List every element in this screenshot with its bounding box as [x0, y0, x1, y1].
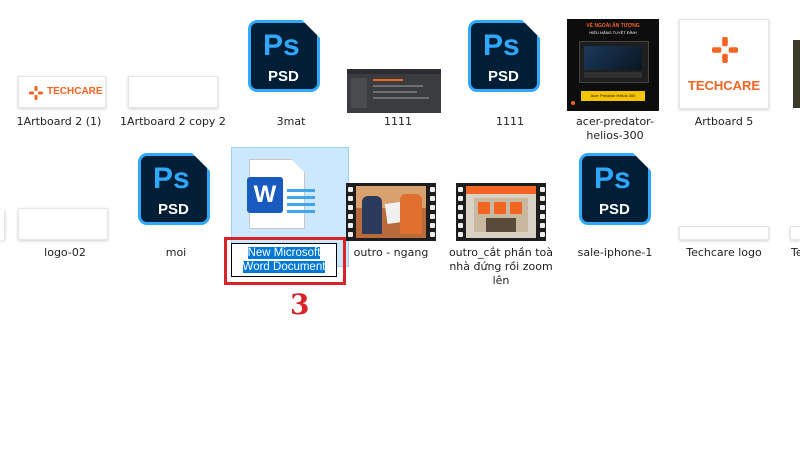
file-item-sale-iphone-1[interactable]: Ps PSD sale-iphone-1 — [560, 150, 670, 270]
techcare-logo-icon — [712, 37, 738, 63]
file-item-outro-ngang[interactable]: outro - ngang — [336, 150, 446, 270]
psd-ext-text: PSD — [158, 201, 189, 218]
file-thumbnail: VẺ NGOÀI ẤN TƯỢNG HIỆU NĂNG TUYỆT ĐỈNH A… — [567, 19, 659, 111]
file-item-1111-image[interactable]: 1111 — [343, 20, 453, 150]
word-lines-icon — [287, 189, 315, 217]
file-item-logo-02[interactable]: logo-02 — [10, 150, 120, 270]
file-name: Artboard 5 — [694, 115, 754, 128]
thumb-subtitle: HIỆU NĂNG TUYỆT ĐỈNH — [589, 30, 637, 35]
ps-icon-text: Ps — [483, 29, 520, 62]
file-item-techcare-logo[interactable]: Techcare logo — [669, 150, 779, 270]
file-thumbnail — [18, 208, 108, 240]
psd-ext-text: PSD — [599, 201, 630, 218]
step-number-annotation: 3 — [290, 288, 310, 321]
file-name: outro_cắt phần toà nhà đứng rồi zoom lên — [448, 246, 554, 287]
file-item-partial-thumbnail[interactable] — [793, 40, 800, 108]
word-w-icon: W — [247, 177, 283, 213]
highlight-annotation-frame — [224, 237, 346, 285]
photoshop-file-icon: Ps PSD — [468, 20, 540, 92]
file-item-partial-right-thumbnail[interactable] — [790, 226, 800, 240]
file-name: sale-iphone-1 — [577, 246, 653, 259]
photoshop-file-icon: Ps PSD — [248, 20, 320, 92]
file-name: logo-02 — [44, 246, 86, 259]
file-item-artboard-2-copy-2[interactable]: 1Artboard 2 copy 2 — [118, 20, 228, 150]
file-thumbnail: TECHCARE — [679, 19, 769, 109]
ps-icon-text: Ps — [153, 162, 190, 195]
ps-icon-text: Ps — [263, 29, 300, 62]
file-thumbnail: TECHCARE — [18, 76, 106, 108]
file-item-moi[interactable]: Ps PSD moi — [121, 150, 231, 270]
file-item-artboard-5[interactable]: TECHCARE Artboard 5 — [669, 16, 779, 150]
file-item-partial-left[interactable] — [0, 210, 5, 240]
file-item-3mat[interactable]: Ps PSD 3mat — [236, 20, 346, 150]
file-name: 1Artboard 2 (1) — [16, 115, 102, 128]
file-name: 1111 — [384, 115, 412, 128]
file-thumbnail — [347, 69, 441, 113]
psd-ext-text: PSD — [268, 68, 299, 85]
techcare-logo-icon — [29, 85, 43, 100]
file-name: 1Artboard 2 copy 2 — [120, 115, 226, 128]
photoshop-file-icon: Ps PSD — [579, 153, 651, 225]
file-name: 3mat — [276, 115, 306, 128]
thumb-caption: Acer Predator Helios 300 — [581, 91, 645, 101]
brand-text: TECHCARE — [687, 78, 761, 93]
file-item-new-word-document[interactable]: W — [231, 147, 349, 267]
file-name: 1111 — [496, 115, 524, 128]
file-name: outro - ngang — [353, 246, 429, 259]
laptop-icon — [579, 41, 649, 83]
file-item-artboard-2-1[interactable]: TECHCARE 1Artboard 2 (1) — [4, 20, 114, 150]
file-name: moi — [165, 246, 187, 259]
brand-text: TECHCARE — [47, 86, 103, 97]
file-thumbnail — [679, 226, 769, 240]
file-item-outro-cat-phan[interactable]: outro_cắt phần toà nhà đứng rồi zoom lên — [446, 150, 556, 290]
thumb-title: VẺ NGOÀI ẤN TƯỢNG — [586, 23, 640, 29]
file-name: Techcare logo — [686, 246, 762, 259]
video-thumbnail — [456, 183, 546, 241]
psd-ext-text: PSD — [488, 68, 519, 85]
file-item-acer-predator[interactable]: VẺ NGOÀI ẤN TƯỢNG HIỆU NĂNG TUYỆT ĐỈNH A… — [560, 16, 670, 150]
video-thumbnail — [346, 183, 436, 241]
ps-icon-text: Ps — [594, 162, 631, 195]
file-thumbnail — [128, 76, 218, 108]
file-name-partial: Te — [791, 246, 800, 259]
photoshop-file-icon: Ps PSD — [138, 153, 210, 225]
file-name: acer-predator-helios-300 — [576, 115, 654, 142]
file-item-1111-psd[interactable]: Ps PSD 1111 — [455, 20, 565, 150]
